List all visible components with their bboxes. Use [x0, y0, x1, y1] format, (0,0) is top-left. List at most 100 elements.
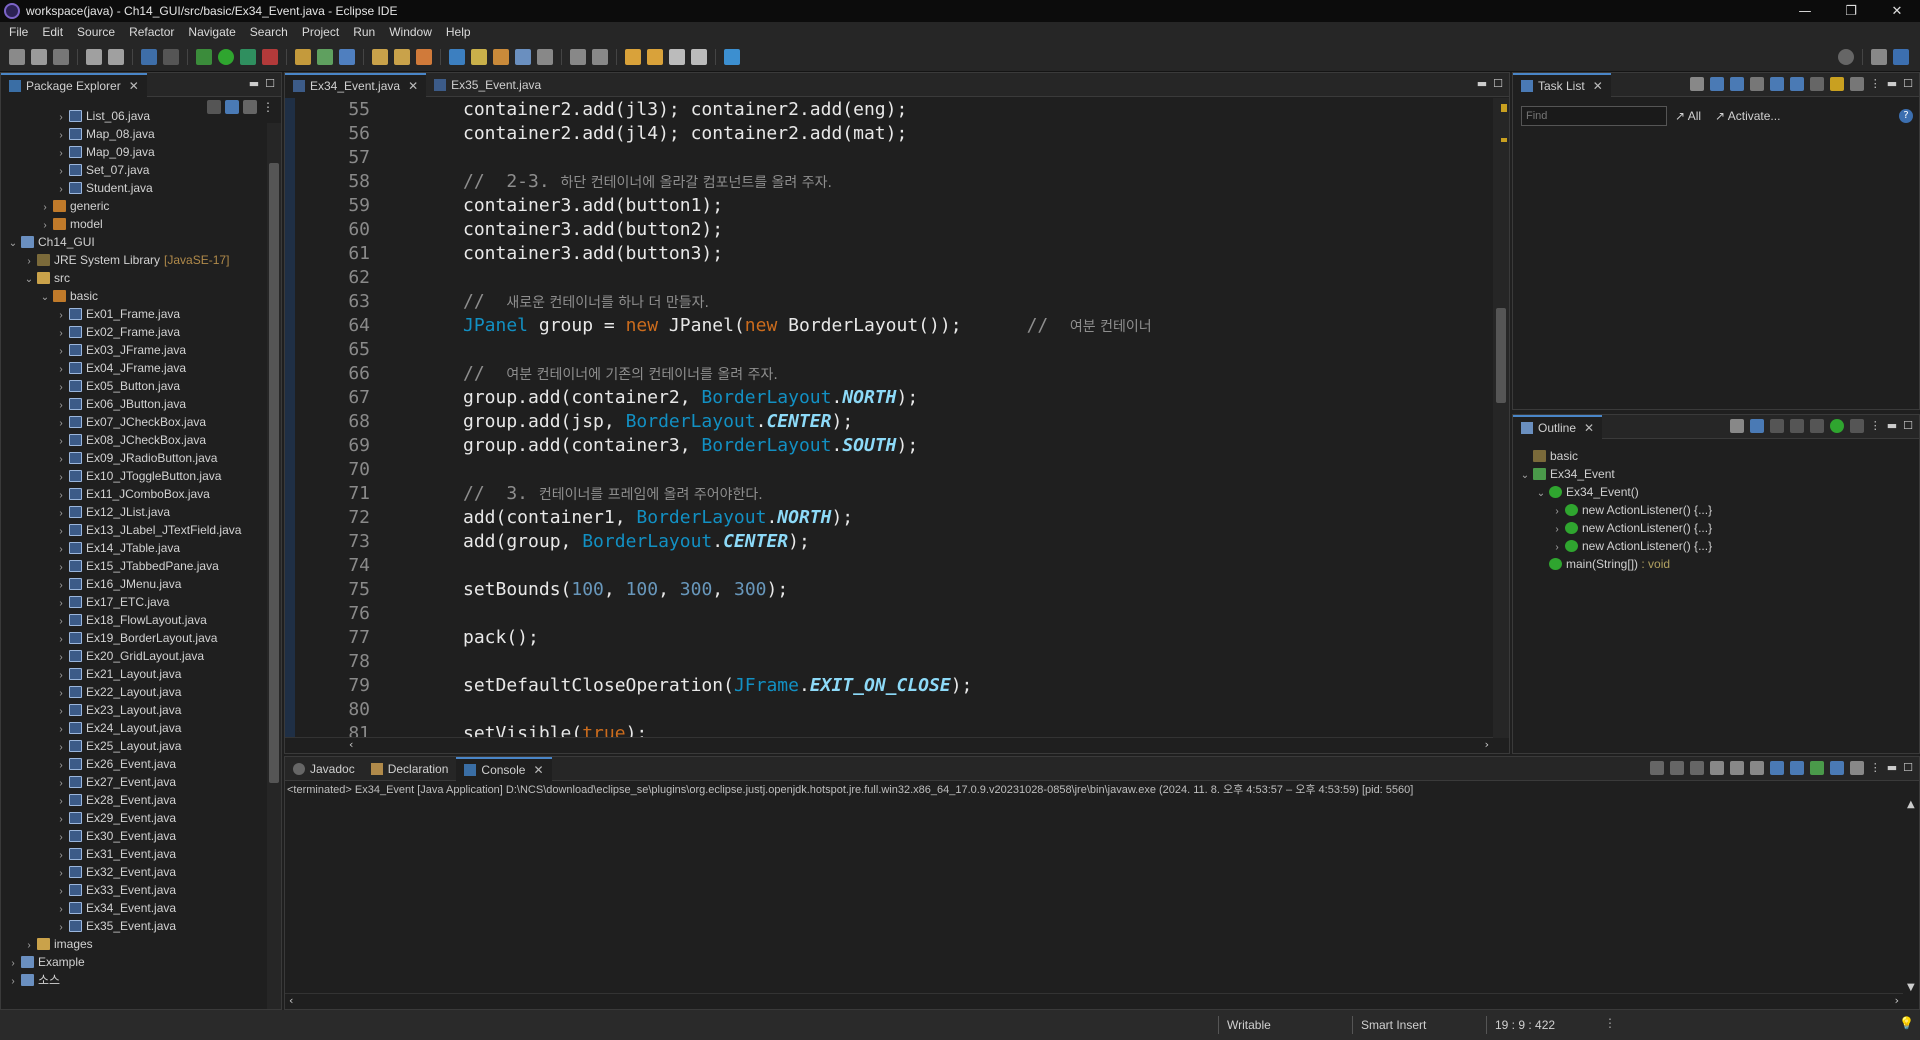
tree-item[interactable]: › Ex19_BorderLayout.java	[1, 629, 263, 647]
sync-changed-icon[interactable]	[1829, 77, 1844, 91]
hide-nonpublic-icon[interactable]	[1809, 419, 1824, 433]
block-selection-icon[interactable]	[515, 48, 531, 65]
code-line[interactable]: 73 add(group, BorderLayout.CENTER);	[295, 530, 810, 554]
code-line[interactable]: 55 container2.add(jl3); container2.add(en…	[295, 98, 907, 122]
console-icon[interactable]	[141, 48, 157, 65]
outline-item[interactable]: ⌄ Ex34_Event()	[1519, 483, 1712, 501]
code-line[interactable]: 75 setBounds(100, 100, 300, 300);	[295, 578, 788, 602]
coverage-icon[interactable]	[240, 48, 256, 65]
tree-item[interactable]: › Ex02_Frame.java	[1, 323, 263, 341]
back-arrow-icon[interactable]	[647, 48, 663, 65]
code-line[interactable]: 67 group.add(container2, BorderLayout.NOR…	[295, 386, 918, 410]
menu-navigate[interactable]: Navigate	[181, 25, 242, 39]
scroll-left-icon[interactable]: ‹	[289, 994, 293, 1007]
hide-static-icon[interactable]	[1789, 419, 1804, 433]
tree-item[interactable]: › Ex18_FlowLayout.java	[1, 611, 263, 629]
scroll-left-icon[interactable]: ‹	[349, 738, 353, 751]
code-line[interactable]: 70	[295, 458, 370, 482]
maximize-view-icon[interactable]: ☐	[1903, 761, 1913, 775]
code-line[interactable]: 74	[295, 554, 370, 578]
code-line[interactable]: 76	[295, 602, 370, 626]
run-icon[interactable]	[218, 48, 234, 65]
tab-javadoc[interactable]: Javadoc	[285, 757, 363, 781]
show-ui-legend-icon[interactable]	[1849, 77, 1864, 91]
view-menu-icon[interactable]: ⋮	[1870, 419, 1881, 433]
maximize-view-icon[interactable]: ☐	[1903, 419, 1913, 433]
tree-item[interactable]: › Ex07_JCheckBox.java	[1, 413, 263, 431]
tree-item[interactable]: ⌄ Ch14_GUI	[1, 233, 263, 251]
outline-item[interactable]: basic	[1519, 447, 1712, 465]
tree-item[interactable]: › Set_07.java	[1, 161, 263, 179]
tree-item[interactable]: › Ex29_Event.java	[1, 809, 263, 827]
code-line[interactable]: 69 group.add(container3, BorderLayout.SOU…	[295, 434, 918, 458]
open-task-icon[interactable]	[394, 48, 410, 65]
tree-item[interactable]: › Example	[1, 953, 263, 971]
tab-package-explorer[interactable]: Package Explorer ✕	[1, 72, 147, 97]
tree-item[interactable]: › Ex35_Event.java	[1, 917, 263, 935]
tree-item[interactable]: › Ex25_Layout.java	[1, 737, 263, 755]
toggle-mark-occurrences-icon[interactable]	[449, 48, 465, 65]
scroll-right-icon[interactable]: ›	[1485, 738, 1489, 751]
menu-window[interactable]: Window	[382, 25, 439, 39]
tab-task-list[interactable]: Task List ✕	[1513, 72, 1611, 97]
undo-icon[interactable]	[86, 48, 102, 65]
open-console-icon[interactable]	[1849, 761, 1864, 775]
tree-item[interactable]: › Map_09.java	[1, 143, 263, 161]
toggle-word-wrap-icon[interactable]	[493, 48, 509, 65]
outline-item[interactable]: main(String[]) : void	[1519, 555, 1712, 573]
menu-help[interactable]: Help	[439, 25, 478, 39]
outline-item[interactable]: › new ActionListener() {...}	[1519, 519, 1712, 537]
new-icon[interactable]	[9, 48, 25, 65]
tree-item[interactable]: › images	[1, 935, 263, 953]
code-line[interactable]: 78	[295, 650, 370, 674]
word-wrap-icon[interactable]	[1749, 761, 1764, 775]
tree-item[interactable]: › Ex06_JButton.java	[1, 395, 263, 413]
tree-item[interactable]: › Ex34_Event.java	[1, 899, 263, 917]
hide-fields-icon[interactable]	[1769, 419, 1784, 433]
pin-editor-icon[interactable]	[724, 48, 740, 65]
view-menu-icon[interactable]: ⋮	[261, 100, 275, 114]
hide-local-types-icon[interactable]	[1829, 419, 1844, 433]
code-line[interactable]: 57	[295, 146, 370, 170]
minimize-view-icon[interactable]: ▬	[1477, 77, 1487, 90]
menu-edit[interactable]: Edit	[35, 25, 70, 39]
tree-item[interactable]: › Ex16_JMenu.java	[1, 575, 263, 593]
tree-item[interactable]: › Ex17_ETC.java	[1, 593, 263, 611]
menu-file[interactable]: File	[2, 25, 35, 39]
tree-item[interactable]: › Ex08_JCheckBox.java	[1, 431, 263, 449]
close-icon[interactable]: ✕	[1584, 421, 1594, 435]
view-menu-icon[interactable]: ⋮	[1870, 761, 1881, 775]
tree-item[interactable]: › JRE System Library [JavaSE-17]	[1, 251, 263, 269]
scroll-down-icon[interactable]: ▼	[1907, 982, 1915, 993]
tree-item[interactable]: › Ex21_Layout.java	[1, 665, 263, 683]
new-task-icon[interactable]	[1689, 77, 1704, 91]
tip-lightbulb-icon[interactable]: 💡	[1899, 1016, 1914, 1030]
tree-item[interactable]: › Ex26_Event.java	[1, 755, 263, 773]
close-window-button[interactable]: ✕	[1874, 0, 1920, 22]
open-type-icon[interactable]	[372, 48, 388, 65]
show-on-error-icon[interactable]	[1789, 761, 1804, 775]
focus-icon[interactable]	[1769, 77, 1784, 91]
editor-hscrollbar[interactable]: ‹ ›	[285, 737, 1493, 753]
show-whitespace-icon[interactable]	[537, 48, 553, 65]
back-icon[interactable]	[669, 48, 685, 65]
search-icon[interactable]	[1838, 49, 1854, 65]
tree-item[interactable]: ⌄ basic	[1, 287, 263, 305]
code-line[interactable]: 63 // 새로운 컨테이너를 하나 더 만들자.	[295, 290, 709, 314]
tab-console[interactable]: Console ✕	[456, 756, 552, 781]
code-line[interactable]: 61 container3.add(button3);	[295, 242, 723, 266]
save-all-icon[interactable]	[53, 48, 69, 65]
tree-item[interactable]: › Student.java	[1, 179, 263, 197]
code-editor[interactable]: 55 container2.add(jl3); container2.add(en…	[285, 98, 1493, 737]
outline-item[interactable]: › new ActionListener() {...}	[1519, 501, 1712, 519]
skip-breakpoints-icon[interactable]	[163, 48, 179, 65]
restore-button[interactable]: ❐	[1828, 0, 1874, 22]
remove-launch-icon[interactable]	[1669, 761, 1684, 775]
status-menu-icon[interactable]: ⋮	[1604, 1016, 1616, 1030]
tab-outline[interactable]: Outline ✕	[1513, 414, 1603, 439]
forward-icon[interactable]	[691, 48, 707, 65]
tree-item[interactable]: › Ex13_JLabel_JTextField.java	[1, 521, 263, 539]
tree-item[interactable]: › Ex05_Button.java	[1, 377, 263, 395]
status-insert-mode[interactable]: Smart Insert	[1352, 1016, 1482, 1034]
save-icon[interactable]	[31, 48, 47, 65]
